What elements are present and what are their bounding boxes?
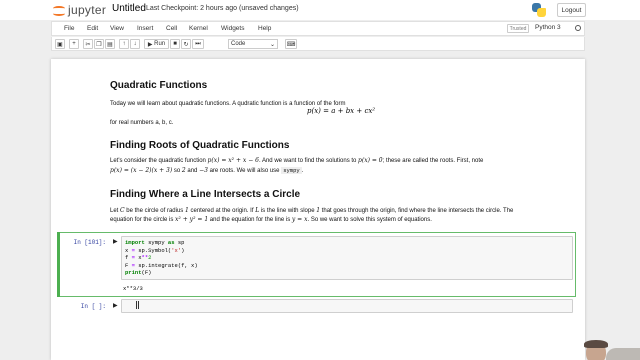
- code-line: x = sp.Symbol('x'): [125, 246, 185, 254]
- command-palette-button[interactable]: ⌨: [285, 39, 297, 49]
- menu-edit[interactable]: Edit: [87, 25, 98, 32]
- cut-icon: ✂: [85, 41, 91, 48]
- circle-paragraph-line1: Let C be the circle of radius 1 centered…: [110, 207, 514, 214]
- menu-widgets[interactable]: Widgets: [221, 25, 244, 32]
- keyboard-icon: ⌨: [286, 41, 296, 48]
- restart-button[interactable]: ↻: [181, 39, 191, 49]
- arrow-up-icon: ↑: [122, 41, 126, 47]
- paste-button[interactable]: ▤: [105, 39, 115, 49]
- python-logo-icon: [532, 3, 546, 17]
- code-line: F = sp.integrate(f, x): [125, 261, 198, 269]
- toolbar: ▣ + ✂ ❐ ▤ ↑ ↓ ▶︎ Run ■ ↻ ⏭ Code ⌄ ⌨: [51, 37, 585, 51]
- stop-icon: ■: [173, 41, 177, 47]
- jupyter-logo-icon: [53, 4, 65, 17]
- move-up-button[interactable]: ↑: [119, 39, 129, 49]
- code-line: print(F): [125, 269, 152, 276]
- run-label: Run: [154, 41, 166, 47]
- display-formula: p(x) = a + bx + cx²: [307, 107, 376, 115]
- run-button[interactable]: ▶︎ Run: [144, 39, 169, 49]
- menubar: File Edit View Insert Cell Kernel Widget…: [51, 21, 585, 36]
- restart-icon: ↻: [183, 41, 189, 48]
- checkpoint-status: Last Checkpoint: 2 hours ago (unsaved ch…: [146, 5, 299, 12]
- menu-cell[interactable]: Cell: [166, 25, 177, 32]
- cell-run-icon[interactable]: ▶: [113, 302, 118, 309]
- fast-forward-icon: ⏭: [195, 40, 201, 47]
- header: jupyter Untitled Last Checkpoint: 2 hour…: [0, 0, 640, 20]
- cell-prompt: In [ ]:: [80, 303, 106, 310]
- paste-icon: ▤: [107, 41, 113, 48]
- cell-output: x**3/3: [123, 285, 143, 292]
- chevron-down-icon: ⌄: [269, 41, 275, 48]
- circle-paragraph-line2: equation for the circle is x² + y² = 1 a…: [110, 216, 432, 223]
- move-down-button[interactable]: ↓: [130, 39, 140, 49]
- save-button[interactable]: ▣: [55, 39, 65, 49]
- cell-prompt: In [101]:: [73, 239, 106, 246]
- save-icon: ▣: [57, 41, 63, 48]
- code-input-area[interactable]: import sympy as sp x = sp.Symbol('x') f …: [121, 236, 573, 280]
- run-icon: ▶︎: [147, 41, 153, 48]
- heading-line-circle: Finding Where a Line Intersects a Circle: [110, 189, 301, 200]
- reals-paragraph: for real numbers a, b, c.: [110, 120, 174, 126]
- text-cursor-icon: [136, 301, 139, 309]
- code-input-empty[interactable]: [121, 299, 573, 313]
- heading-finding-roots: Finding Roots of Quadratic Functions: [110, 140, 290, 151]
- plus-icon: +: [72, 41, 76, 47]
- insert-cell-button[interactable]: +: [69, 39, 79, 49]
- menu-insert[interactable]: Insert: [137, 25, 153, 32]
- kernel-name: Python 3: [535, 24, 561, 31]
- roots-paragraph-line2: p(x) = (x − 2)(x + 3) so 2 and −3 are ro…: [110, 167, 304, 174]
- cell-run-icon[interactable]: ▶: [113, 238, 118, 245]
- copy-button[interactable]: ❐: [94, 39, 104, 49]
- interrupt-button[interactable]: ■: [170, 39, 180, 49]
- inline-code-sympy: sympy: [281, 167, 302, 174]
- roots-paragraph-line1: Let's consider the quadratic function p(…: [110, 157, 484, 164]
- cell-type-value: Code: [231, 41, 246, 47]
- notebook-name[interactable]: Untitled: [112, 3, 146, 14]
- kernel-status-icon: [575, 25, 581, 31]
- logout-button[interactable]: Logout: [557, 3, 586, 17]
- cell-type-select[interactable]: Code ⌄: [228, 39, 278, 49]
- arrow-down-icon: ↓: [133, 41, 137, 47]
- menu-file[interactable]: File: [64, 25, 74, 32]
- jupyter-logo[interactable]: jupyter: [53, 2, 106, 18]
- restart-run-all-button[interactable]: ⏭: [192, 39, 204, 49]
- copy-icon: ❐: [96, 41, 102, 48]
- code-line: f = x**2: [125, 254, 152, 261]
- webcam-overlay: [578, 340, 640, 360]
- menu-kernel[interactable]: Kernel: [189, 25, 208, 32]
- menu-help[interactable]: Help: [258, 25, 271, 32]
- cut-button[interactable]: ✂: [83, 39, 93, 49]
- code-line: import sympy as sp: [125, 239, 185, 246]
- heading-quadratic-functions: Quadratic Functions: [110, 80, 208, 91]
- trusted-indicator[interactable]: Trusted: [507, 24, 529, 33]
- menu-view[interactable]: View: [110, 25, 124, 32]
- logo-text: jupyter: [68, 3, 107, 17]
